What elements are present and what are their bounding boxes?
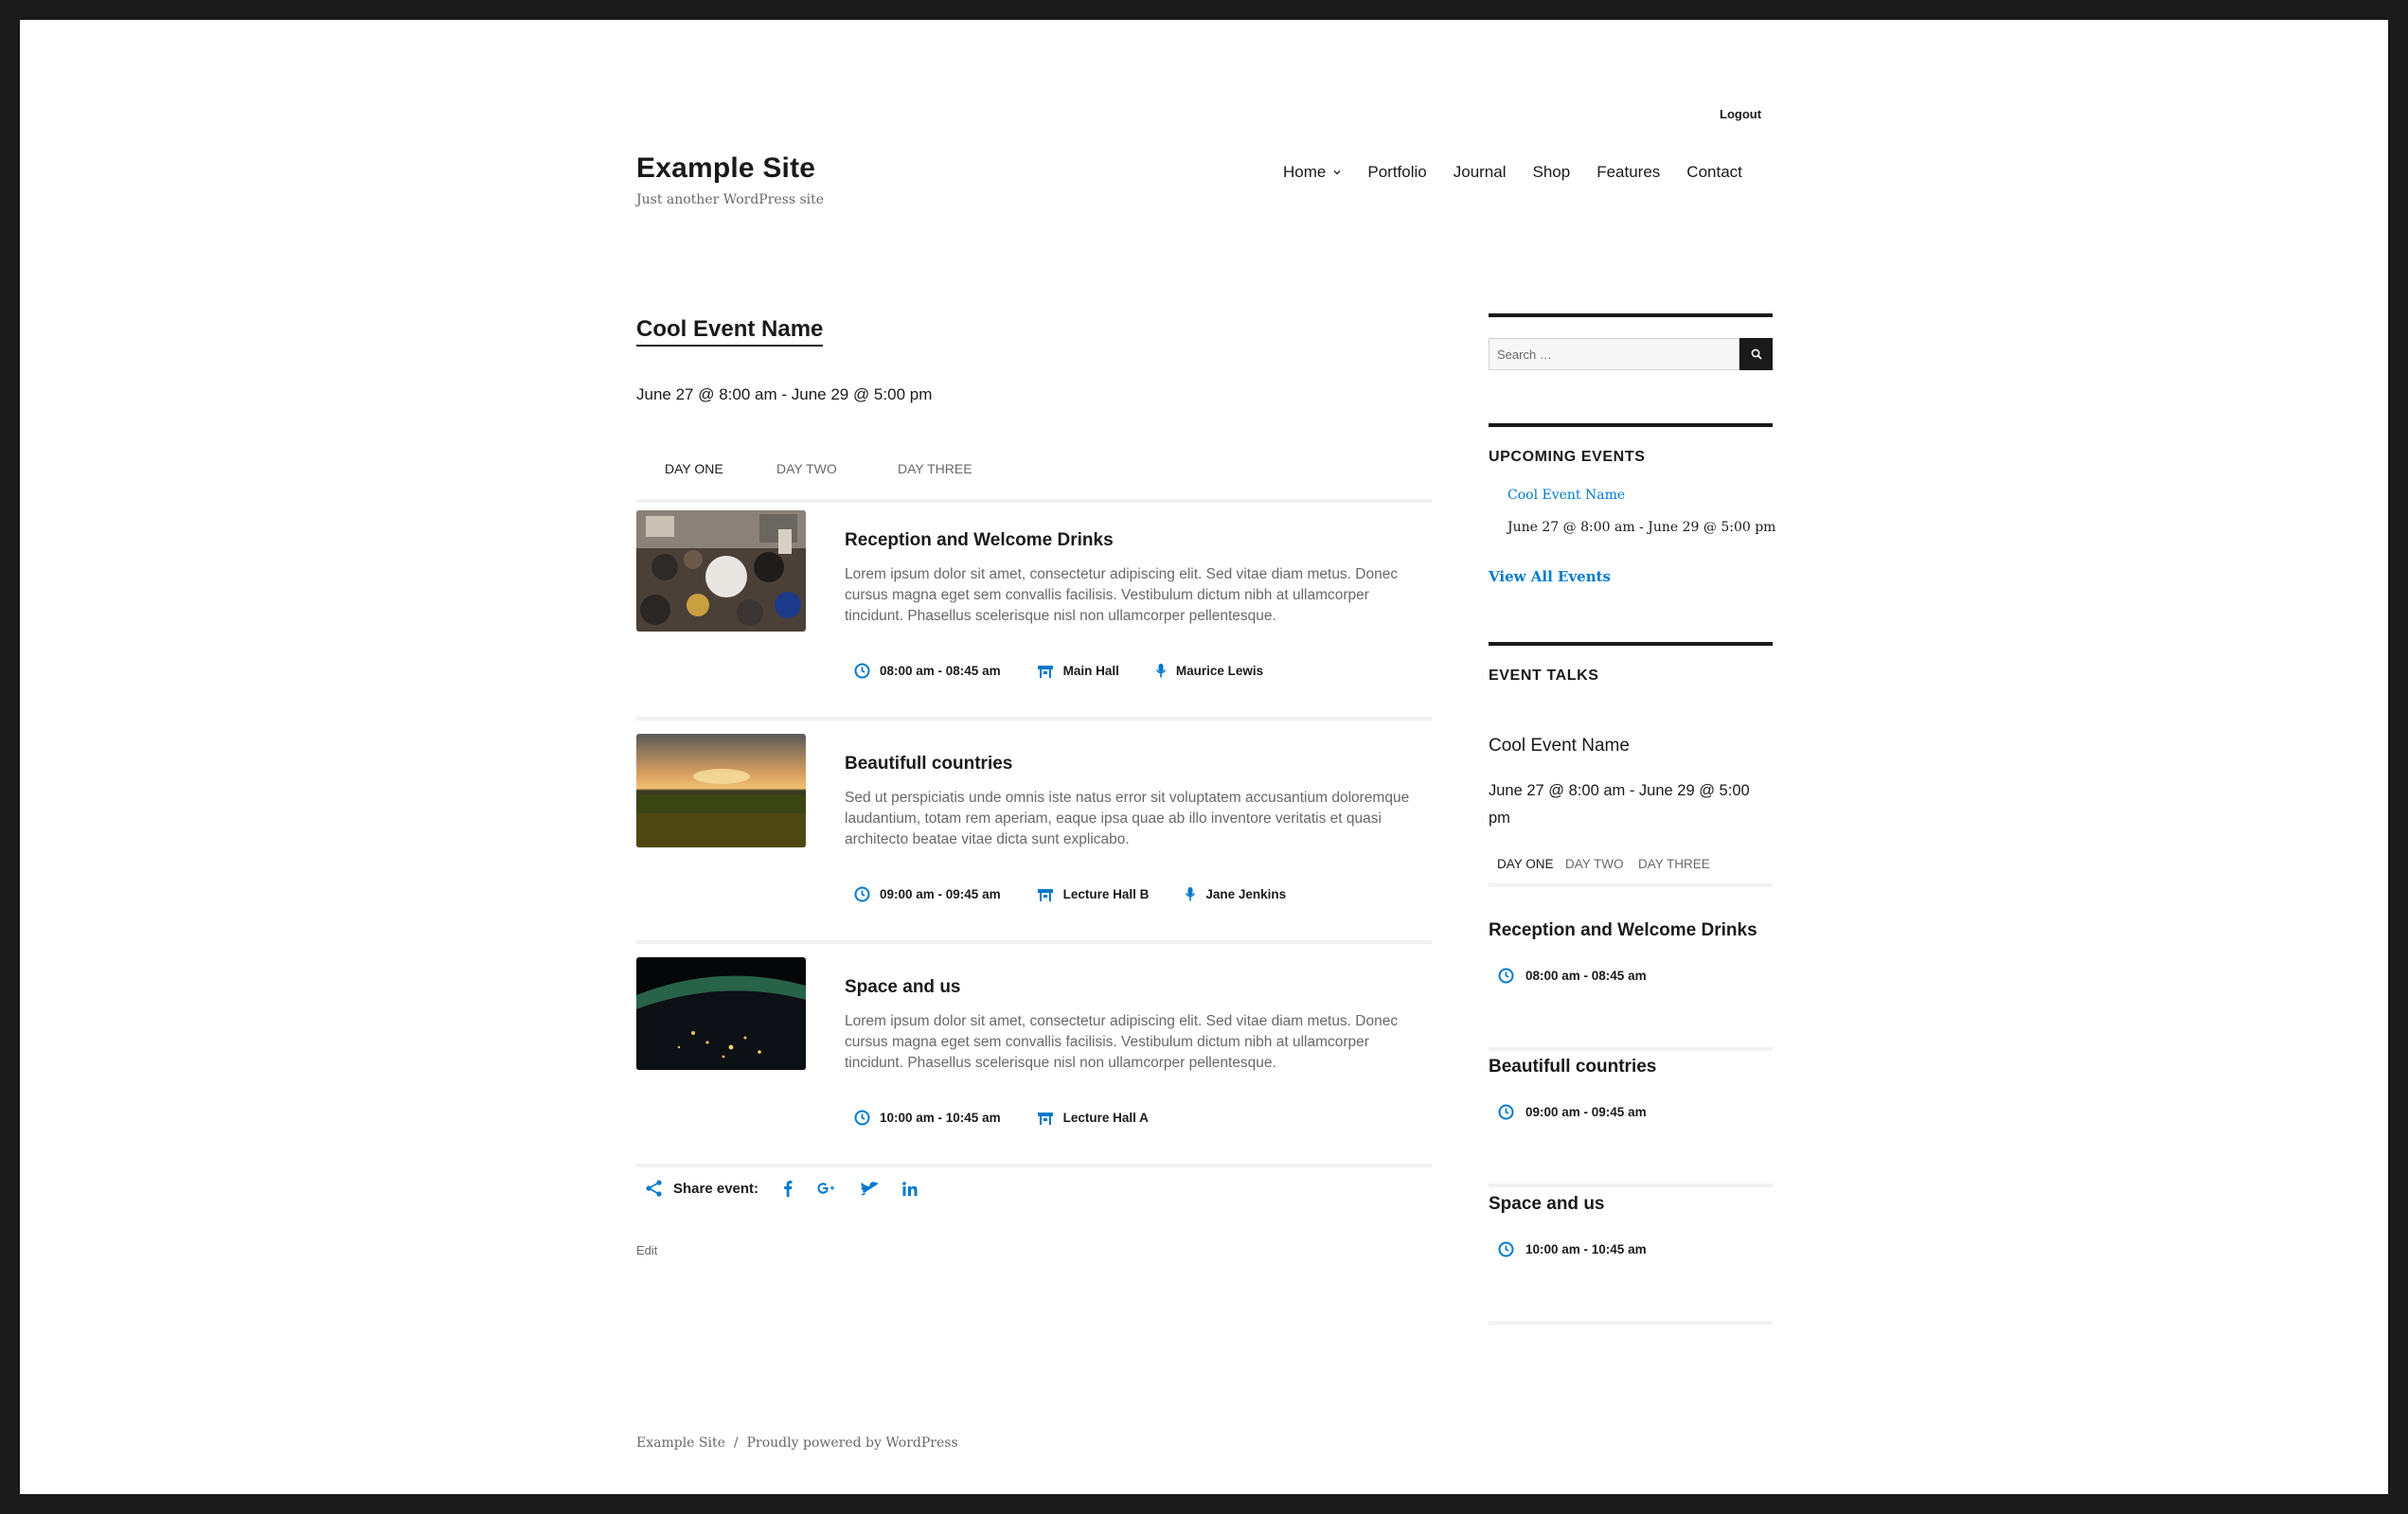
clock-icon <box>854 886 870 902</box>
tab-day-one[interactable]: DAY ONE <box>665 461 723 476</box>
talk-description: Lorem ipsum dolor sit amet, consectetur … <box>845 566 1399 624</box>
microphone-icon <box>1155 663 1167 679</box>
main-nav: Home Portfolio Journal Shop Features Con… <box>1283 163 1742 182</box>
talk-title[interactable]: Reception and Welcome Drinks <box>845 530 1114 551</box>
footer-separator: / <box>733 1435 739 1451</box>
nav-item-portfolio[interactable]: Portfolio <box>1367 163 1426 182</box>
footer-powered-link[interactable]: Proudly powered by WordPress <box>747 1435 958 1451</box>
sidebar-talk-meta: 10:00 am - 10:45 am <box>1498 1241 1647 1257</box>
talk-row: Beautifull countries Sed ut perspiciatis… <box>636 734 1432 944</box>
nav-item-label: Contact <box>1686 163 1742 181</box>
share-icon <box>645 1179 664 1198</box>
upcoming-event-date: June 27 @ 8:00 am - June 29 @ 5:00 pm <box>1507 520 1776 535</box>
talk-speaker[interactable]: Jane Jenkins <box>1205 887 1286 901</box>
event-talks-title[interactable]: Cool Event Name <box>1489 736 1630 757</box>
location-icon <box>1037 1112 1054 1125</box>
talk-description: Sed ut perspiciatis unde omnis iste natu… <box>845 790 1410 847</box>
google-plus-icon[interactable] <box>817 1182 836 1195</box>
sidebar-talk-row: Reception and Welcome Drinks 08:00 am - … <box>1489 920 1773 1051</box>
talk-time: 09:00 am - 09:45 am <box>880 887 1001 901</box>
talk-time: 08:00 am - 08:45 am <box>880 664 1001 678</box>
talk-meta: 08:00 am - 08:45 am Main Hall Maurice Le… <box>854 663 1299 679</box>
edit-link[interactable]: Edit <box>636 1243 657 1257</box>
talk-location: Lecture Hall B <box>1062 887 1150 901</box>
site-title[interactable]: Example Site <box>636 152 815 185</box>
nav-item-label: Portfolio <box>1367 163 1427 181</box>
talk-time: 10:00 am - 10:45 am <box>880 1111 1001 1125</box>
talk-title[interactable]: Beautifull countries <box>845 754 1012 775</box>
logout-link[interactable]: Logout <box>1720 107 1761 121</box>
talk-location: Main Hall <box>1062 664 1119 678</box>
microphone-icon <box>1185 886 1196 902</box>
tab-day-two[interactable]: DAY TWO <box>1565 857 1624 871</box>
sidebar-divider <box>1489 423 1773 427</box>
sidebar-talk-title[interactable]: Beautifull countries <box>1489 1057 1656 1078</box>
event-talks-heading: EVENT TALKS <box>1489 668 1599 684</box>
talk-location: Lecture Hall A <box>1062 1111 1149 1125</box>
search-input[interactable]: Search … <box>1489 338 1739 370</box>
nav-item-label: Home <box>1283 163 1327 181</box>
event-talks-tabs: DAY ONE DAY TWO DAY THREE <box>1489 855 1773 887</box>
sidebar-divider <box>1489 313 1773 317</box>
nav-item-contact[interactable]: Contact <box>1686 163 1742 182</box>
clock-icon <box>854 1110 870 1126</box>
twitter-icon[interactable] <box>861 1181 879 1196</box>
event-date: June 27 @ 8:00 am - June 29 @ 5:00 pm <box>636 385 933 403</box>
search-button[interactable] <box>1739 338 1773 370</box>
nav-item-journal[interactable]: Journal <box>1454 163 1507 182</box>
nav-item-label: Features <box>1596 163 1661 181</box>
tab-day-one[interactable]: DAY ONE <box>1497 857 1554 871</box>
sidebar-talk-meta: 08:00 am - 08:45 am <box>1498 968 1647 984</box>
share-bar: Share event: <box>645 1179 918 1198</box>
sidebar-talk-time: 10:00 am - 10:45 am <box>1525 1242 1647 1256</box>
site-description: Just another WordPress site <box>636 192 825 207</box>
search-icon <box>1751 348 1762 360</box>
clock-icon <box>1498 968 1514 984</box>
tab-day-three[interactable]: DAY THREE <box>1638 857 1710 871</box>
day-tabs: DAY ONE DAY TWO DAY THREE <box>636 444 1432 503</box>
nav-item-home[interactable]: Home <box>1283 163 1341 182</box>
footer-site-link[interactable]: Example Site <box>636 1435 725 1451</box>
sidebar-divider <box>1489 642 1773 646</box>
event-talks-date: June 27 @ 8:00 am - June 29 @ 5:00 pm <box>1489 782 1750 827</box>
sidebar-talk-row: Beautifull countries 09:00 am - 09:45 am <box>1489 1057 1773 1187</box>
sidebar-talk-title[interactable]: Reception and Welcome Drinks <box>1489 920 1757 941</box>
upcoming-event-link[interactable]: Cool Event Name <box>1507 488 1625 503</box>
site-footer: Example Site / Proudly powered by WordPres… <box>636 1435 958 1451</box>
tab-day-three[interactable]: DAY THREE <box>898 461 972 476</box>
tab-day-two[interactable]: DAY TWO <box>776 461 837 476</box>
event-title[interactable]: Cool Event Name <box>636 316 824 347</box>
clock-icon <box>1498 1104 1514 1120</box>
talk-row: Reception and Welcome Drinks Lorem ipsum… <box>636 510 1432 721</box>
nav-item-label: Journal <box>1453 163 1507 181</box>
sidebar-talk-time: 09:00 am - 09:45 am <box>1525 1105 1647 1119</box>
sidebar-talk-time: 08:00 am - 08:45 am <box>1525 969 1647 983</box>
talk-speaker[interactable]: Maurice Lewis <box>1176 664 1263 678</box>
linkedin-icon[interactable] <box>902 1181 918 1196</box>
view-all-events-link[interactable]: View All Events <box>1489 568 1611 585</box>
page: Logout Example Site Just another WordPre… <box>20 20 2388 1494</box>
location-icon <box>1037 888 1054 901</box>
sidebar-talk-meta: 09:00 am - 09:45 am <box>1498 1104 1647 1120</box>
nav-item-features[interactable]: Features <box>1596 163 1660 182</box>
talk-row: Space and us Lorem ipsum dolor sit amet,… <box>636 957 1432 1167</box>
sidebar-talk-row: Space and us 10:00 am - 10:45 am <box>1489 1194 1773 1325</box>
talk-image-reception[interactable] <box>636 510 806 632</box>
share-label: Share event: <box>673 1180 759 1197</box>
location-icon <box>1037 665 1054 678</box>
talk-description: Lorem ipsum dolor sit amet, consectetur … <box>845 1013 1399 1071</box>
talk-meta: 10:00 am - 10:45 am Lecture Hall A <box>854 1110 1185 1126</box>
nav-item-shop[interactable]: Shop <box>1533 163 1571 182</box>
facebook-icon[interactable] <box>783 1180 793 1197</box>
nav-item-label: Shop <box>1532 163 1571 181</box>
sidebar-talk-title[interactable]: Space and us <box>1489 1194 1605 1215</box>
clock-icon <box>854 663 870 679</box>
talk-title[interactable]: Space and us <box>845 977 961 998</box>
talk-image-countries[interactable] <box>636 734 806 847</box>
chevron-down-icon <box>1333 169 1341 176</box>
clock-icon <box>1498 1241 1514 1257</box>
upcoming-events-heading: UPCOMING EVENTS <box>1489 449 1646 465</box>
talk-image-space[interactable] <box>636 957 806 1070</box>
talk-meta: 09:00 am - 09:45 am Lecture Hall B Jane … <box>854 886 1322 902</box>
